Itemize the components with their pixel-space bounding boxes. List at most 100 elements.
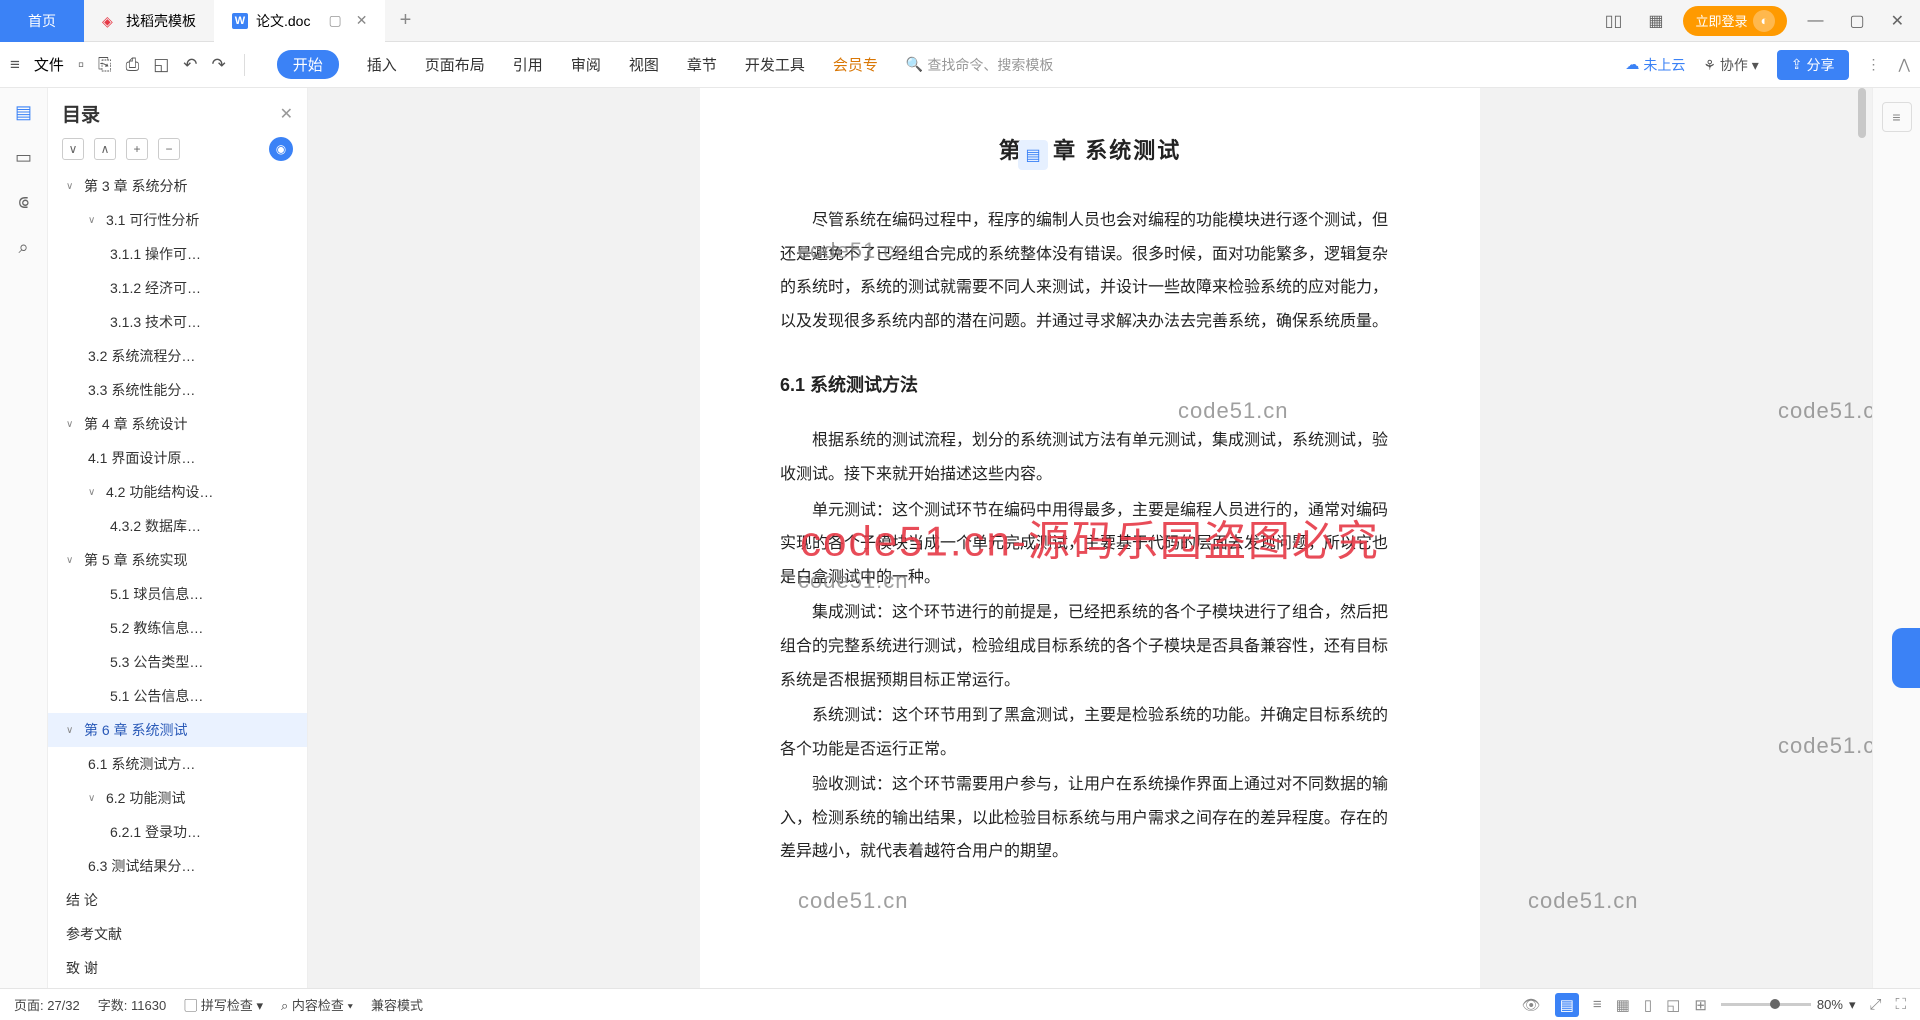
save-icon[interactable]: ▫ xyxy=(78,55,84,75)
zoom-handle[interactable] xyxy=(1770,999,1780,1009)
ribbon-tab-start[interactable]: 开始 xyxy=(277,50,339,79)
redo-icon[interactable]: ↷ xyxy=(212,55,226,75)
share-button[interactable]: ⇪ 分享 xyxy=(1777,50,1849,80)
outline-item[interactable]: 3.1.1 操作可… xyxy=(48,237,307,271)
apps-icon[interactable]: ▦ xyxy=(1642,11,1669,31)
zoom-slider[interactable] xyxy=(1721,1003,1811,1006)
outline-item[interactable]: 3.2 系统流程分… xyxy=(48,339,307,373)
outline-item[interactable]: 6.2.1 登录功… xyxy=(48,815,307,849)
spellcheck-button[interactable]: ▢ 拼写检查 ▾ xyxy=(184,995,263,1014)
page-menu-icon[interactable]: ▤ xyxy=(1018,140,1048,170)
outline-item[interactable]: 6.3 测试结果分… xyxy=(48,849,307,883)
close-window-icon[interactable]: ✕ xyxy=(1885,11,1910,31)
outline-item[interactable]: 4.1 界面设计原… xyxy=(48,441,307,475)
print-view-icon[interactable]: ◱ xyxy=(1666,996,1680,1014)
cloud-status[interactable]: ☁ 未上云 xyxy=(1625,55,1685,75)
read-view-icon[interactable]: ▯ xyxy=(1644,996,1652,1014)
settings-panel-icon[interactable]: ≡ xyxy=(1882,102,1912,132)
outline-item[interactable]: ∨6.2 功能测试 xyxy=(48,781,307,815)
chevron-down-icon[interactable]: ∨ xyxy=(88,215,100,226)
ai-assistant-icon[interactable]: ◉ xyxy=(269,137,293,161)
tab-document[interactable]: W 论文.doc ▢ ✕ xyxy=(214,0,385,42)
close-icon[interactable]: ✕ xyxy=(356,12,368,29)
word-count[interactable]: 字数: 11630 xyxy=(98,995,166,1014)
ribbon-tab-sections[interactable]: 章节 xyxy=(687,54,717,75)
file-menu[interactable]: 文件 xyxy=(34,54,64,75)
content-check-button[interactable]: ⌕ 内容检查 ▾ xyxy=(281,995,353,1014)
page-status[interactable]: 页面: 27/32 xyxy=(14,995,80,1014)
grid-view-icon[interactable]: ⊞ xyxy=(1694,996,1707,1014)
maximize-icon[interactable]: ▢ xyxy=(1843,11,1870,31)
ribbon-tab-layout[interactable]: 页面布局 xyxy=(425,54,485,75)
outline-item[interactable]: 5.3 公告类型… xyxy=(48,645,307,679)
chevron-down-icon[interactable]: ∨ xyxy=(88,793,100,804)
outline-item[interactable]: 5.1 公告信息… xyxy=(48,679,307,713)
find-icon[interactable]: ⌕ xyxy=(18,237,28,258)
folder-icon[interactable]: ▭ xyxy=(15,147,32,168)
collab-button[interactable]: ⚘ 协作 ▾ xyxy=(1703,55,1758,75)
document-page[interactable]: 第 6 章 系统测试 尽管系统在编码过程中，程序的编制人员也会对编程的功能模块进… xyxy=(700,88,1480,988)
vertical-scrollbar[interactable] xyxy=(1858,88,1868,988)
fullscreen-icon[interactable]: ⛶ xyxy=(1895,996,1906,1013)
outline-item[interactable]: ∨3.1 可行性分析 xyxy=(48,203,307,237)
more-icon[interactable]: ⋮ xyxy=(1867,56,1881,73)
outline-close-icon[interactable]: ✕ xyxy=(280,104,293,124)
print-preview-icon[interactable]: ◱ xyxy=(153,55,169,75)
outline-icon[interactable]: ▤ xyxy=(15,102,32,123)
chevron-down-icon[interactable]: ∨ xyxy=(66,555,78,566)
outline-item[interactable]: ∨4.2 功能结构设… xyxy=(48,475,307,509)
layout-icon[interactable]: ▯▯ xyxy=(1599,11,1629,31)
undo-icon[interactable]: ↶ xyxy=(183,55,197,75)
outline-item[interactable]: 5.2 教练信息… xyxy=(48,611,307,645)
outline-item[interactable]: 5.1 球员信息… xyxy=(48,577,307,611)
command-search[interactable]: 🔍 查找命令、搜索模板 xyxy=(906,55,1053,75)
outline-item[interactable]: 参考文献 xyxy=(48,917,307,951)
outline-list[interactable]: ∨第 3 章 系统分析∨3.1 可行性分析3.1.1 操作可…3.1.2 经济可… xyxy=(48,169,307,988)
minimize-icon[interactable]: — xyxy=(1801,12,1829,30)
print-icon[interactable]: ⎙ xyxy=(126,55,140,75)
outline-item[interactable]: ∨第 6 章 系统测试 xyxy=(48,713,307,747)
collapse-all-icon[interactable]: ∨ xyxy=(62,138,84,160)
ribbon-tab-developer[interactable]: 开发工具 xyxy=(745,54,805,75)
eye-icon[interactable]: 👁 xyxy=(1522,996,1541,1014)
compat-mode[interactable]: 兼容模式 xyxy=(371,995,423,1014)
tab-window-icon[interactable]: ▢ xyxy=(328,12,341,29)
ribbon-tab-insert[interactable]: 插入 xyxy=(367,54,397,75)
ribbon-tab-review[interactable]: 审阅 xyxy=(571,54,601,75)
outline-item[interactable]: 致 谢 xyxy=(48,951,307,985)
zoom-control[interactable]: 80% ▾ xyxy=(1721,997,1856,1013)
bookmark-icon[interactable]: ⟃ xyxy=(18,192,29,213)
outline-item[interactable]: 6.1 系统测试方… xyxy=(48,747,307,781)
outline-item[interactable]: ∨第 4 章 系统设计 xyxy=(48,407,307,441)
fit-page-icon[interactable]: ⤢ xyxy=(1869,996,1881,1013)
chevron-down-icon[interactable]: ∨ xyxy=(66,419,78,430)
side-handle[interactable] xyxy=(1892,628,1920,688)
chevron-down-icon[interactable]: ∨ xyxy=(66,725,78,736)
chevron-down-icon[interactable]: ∨ xyxy=(66,181,78,192)
page-view-icon[interactable]: ▤ xyxy=(1555,993,1579,1017)
outline-item[interactable]: 3.3 系统性能分… xyxy=(48,373,307,407)
add-level-icon[interactable]: + xyxy=(126,138,148,160)
tab-templates[interactable]: ◈ 找稻壳模板 xyxy=(84,0,214,42)
ribbon-tab-references[interactable]: 引用 xyxy=(513,54,543,75)
remove-level-icon[interactable]: − xyxy=(158,138,180,160)
save-as-icon[interactable]: ⎘ xyxy=(98,55,112,75)
collapse-ribbon-icon[interactable]: ⋀ xyxy=(1899,56,1910,73)
outline-view-icon[interactable]: ≡ xyxy=(1593,996,1602,1013)
login-button[interactable]: 立即登录 ◐ xyxy=(1683,6,1787,36)
scroll-thumb[interactable] xyxy=(1858,88,1866,138)
ribbon-tab-vip[interactable]: 会员专 xyxy=(833,54,878,75)
ribbon-tab-view[interactable]: 视图 xyxy=(629,54,659,75)
outline-item[interactable]: 4.3.2 数据库… xyxy=(48,509,307,543)
web-view-icon[interactable]: ▦ xyxy=(1616,996,1630,1014)
outline-item[interactable]: ∨第 3 章 系统分析 xyxy=(48,169,307,203)
outline-item[interactable]: 结 论 xyxy=(48,883,307,917)
expand-all-icon[interactable]: ∧ xyxy=(94,138,116,160)
outline-item[interactable]: 3.1.3 技术可… xyxy=(48,305,307,339)
add-tab-button[interactable]: + xyxy=(385,9,425,32)
chevron-down-icon[interactable]: ∨ xyxy=(88,487,100,498)
menu-icon[interactable]: ≡ xyxy=(10,55,20,75)
outline-item[interactable]: ∨第 5 章 系统实现 xyxy=(48,543,307,577)
tab-home[interactable]: 首页 xyxy=(0,0,84,42)
outline-item[interactable]: 3.1.2 经济可… xyxy=(48,271,307,305)
